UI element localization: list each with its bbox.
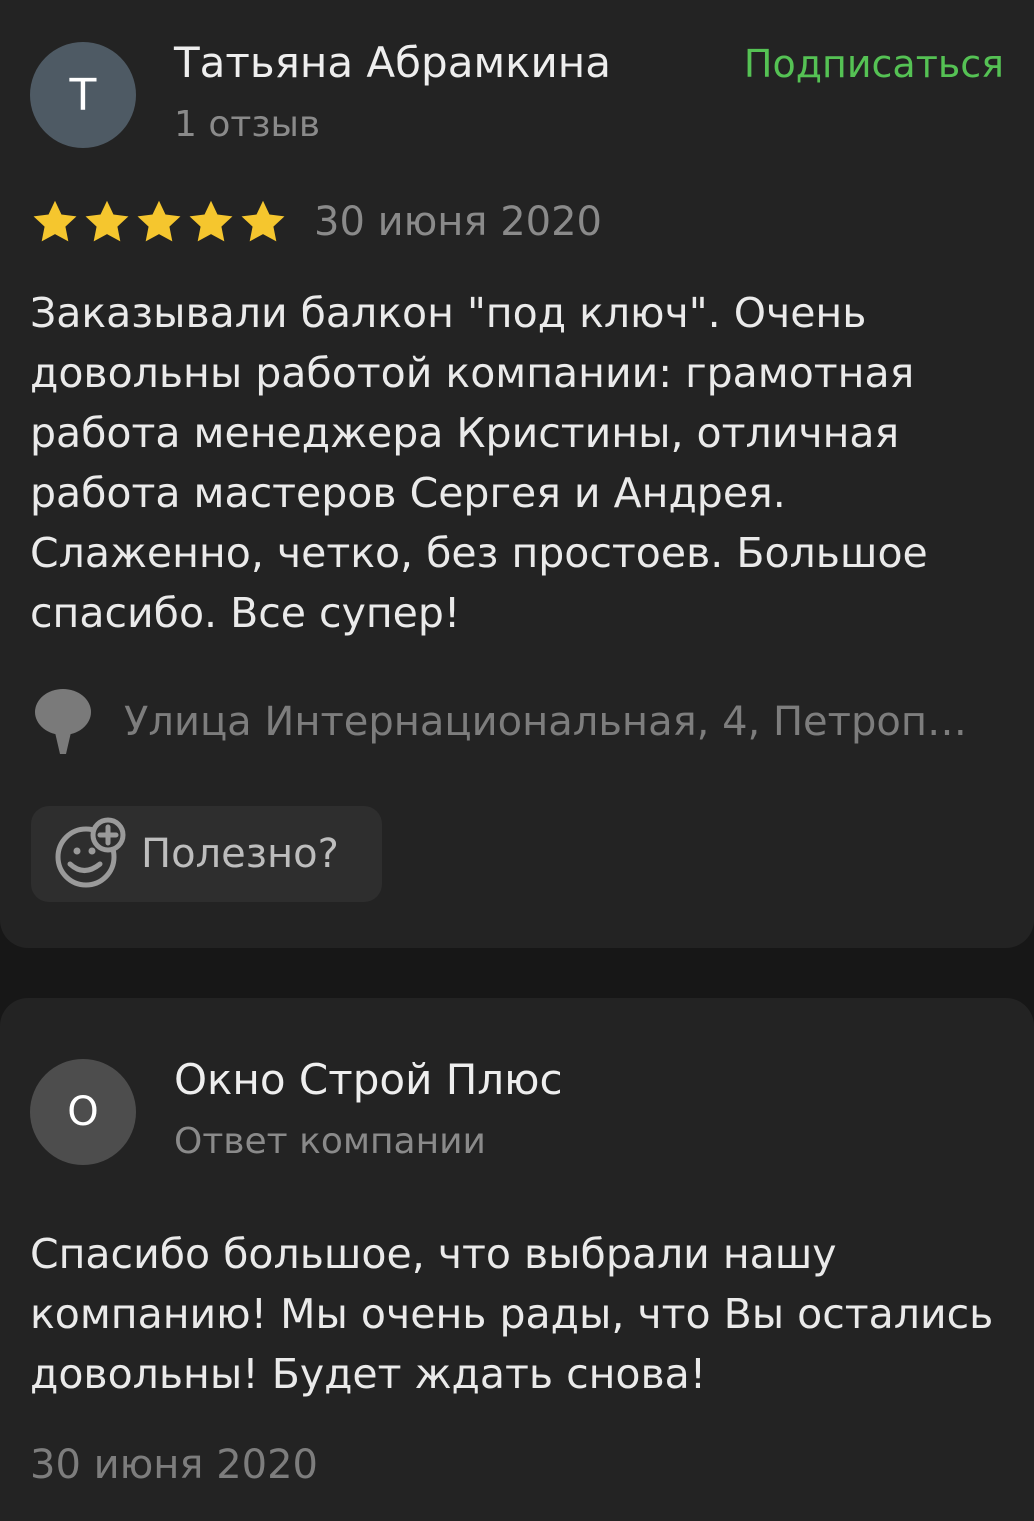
star-icon <box>33 200 77 242</box>
useful-button[interactable]: Полезно? <box>31 806 382 902</box>
company-avatar[interactable]: О <box>30 1059 136 1165</box>
map-pin-icon <box>35 689 91 754</box>
subscribe-button[interactable]: Подписаться <box>744 42 1004 86</box>
company-reply-card: О Окно Строй Плюс Ответ компании Спасибо… <box>0 998 1034 1521</box>
review-text: Заказывали балкон "под ключ". Очень дово… <box>30 289 928 637</box>
useful-label: Полезно? <box>141 831 339 877</box>
reply-subtitle: Ответ компании <box>174 1121 486 1162</box>
address-row[interactable]: Улица Интернациональная, 4, Петроп… <box>30 688 1005 756</box>
review-card: Т Татьяна Абрамкина 1 отзыв Подписаться … <box>0 0 1034 948</box>
avatar-initial: О <box>67 1089 99 1135</box>
reply-text: Спасибо большое, что выбрали нашу компан… <box>30 1230 994 1398</box>
star-rating <box>30 197 288 247</box>
rating-row: 30 июня 2020 <box>30 196 602 248</box>
star-icon <box>85 200 129 242</box>
address-text: Улица Интернациональная, 4, Петроп… <box>124 699 967 745</box>
company-name[interactable]: Окно Строй Плюс <box>174 1055 563 1104</box>
star-icon <box>137 200 181 242</box>
avatar-initial: Т <box>69 69 97 121</box>
author-avatar[interactable]: Т <box>30 42 136 148</box>
review-date: 30 июня 2020 <box>314 199 603 245</box>
author-name[interactable]: Татьяна Абрамкина <box>174 38 611 87</box>
star-icon <box>241 200 285 242</box>
author-reviews-count: 1 отзыв <box>174 104 321 145</box>
smile-plus-icon <box>55 817 126 888</box>
star-icon <box>189 200 233 242</box>
reply-date: 30 июня 2020 <box>30 1442 319 1488</box>
